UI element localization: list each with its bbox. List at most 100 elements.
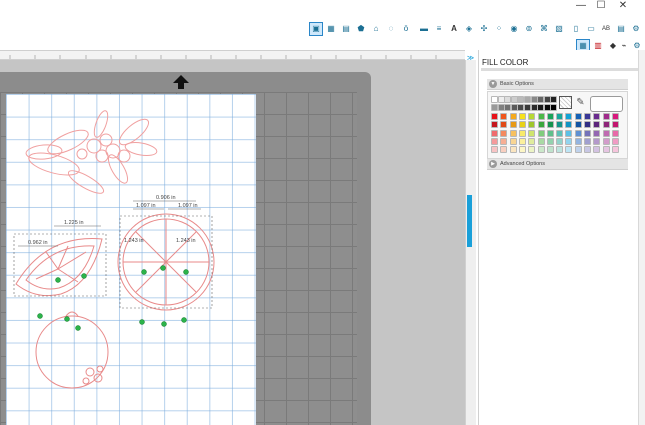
current-color-swatch[interactable] (590, 96, 623, 112)
color-swatch[interactable] (602, 129, 610, 137)
color-swatch[interactable] (574, 121, 582, 129)
color-swatch[interactable] (593, 146, 601, 154)
text-icon[interactable]: A (447, 22, 461, 36)
minimize-button[interactable]: — (572, 0, 590, 14)
color-swatch[interactable] (528, 121, 536, 129)
settings-icon[interactable]: ⚙ (629, 22, 643, 36)
color-swatch[interactable] (528, 137, 536, 145)
color-swatch[interactable] (602, 137, 610, 145)
home-icon[interactable]: ⌂ (369, 22, 383, 36)
color-swatch[interactable] (491, 121, 498, 129)
color-swatch[interactable] (574, 113, 582, 120)
color-swatch[interactable] (537, 137, 545, 145)
color-swatch[interactable] (491, 96, 498, 103)
library-icon[interactable]: ▯ (569, 22, 583, 36)
color-swatch[interactable] (556, 121, 564, 129)
design-page-icon[interactable]: ▣ (309, 22, 323, 36)
design-artwork[interactable]: 0.906 in 1.097 in 1.097 in 1.225 in 0.96… (6, 94, 256, 425)
color-swatch[interactable] (556, 113, 564, 120)
color-swatch[interactable] (537, 129, 545, 137)
color-swatch[interactable] (602, 113, 610, 120)
color-swatch[interactable] (528, 146, 536, 154)
close-button[interactable]: ✕ (614, 0, 632, 14)
color-swatch[interactable] (509, 137, 517, 145)
color-swatch[interactable] (518, 146, 526, 154)
color-swatch[interactable] (491, 129, 498, 137)
color-swatch[interactable] (537, 113, 545, 120)
color-swatch[interactable] (528, 113, 536, 120)
shapes-icon[interactable]: ◌ (384, 22, 398, 36)
send-icon[interactable]: ▤ (614, 22, 628, 36)
color-swatch[interactable] (574, 146, 582, 154)
color-swatch[interactable] (528, 129, 536, 137)
color-swatch[interactable] (584, 113, 591, 120)
color-swatch[interactable] (565, 121, 573, 129)
color-swatch[interactable] (550, 96, 558, 103)
grid-icon[interactable]: ▦ (324, 22, 338, 36)
color-swatch[interactable] (546, 146, 554, 154)
color-swatch[interactable] (593, 121, 601, 129)
offset-icon[interactable]: ⊚ (522, 22, 536, 36)
color-swatch[interactable] (574, 137, 582, 145)
line-style-icon[interactable]: ≡ (432, 22, 446, 36)
transform-icon[interactable]: ◈ (462, 22, 476, 36)
color-swatch[interactable] (584, 146, 591, 154)
color-swatch[interactable] (611, 146, 619, 154)
color-swatch[interactable] (602, 121, 610, 129)
color-swatch[interactable] (509, 129, 517, 137)
color-swatch[interactable] (524, 96, 531, 103)
color-swatch[interactable] (611, 121, 619, 129)
image-icon[interactable]: ▧ (552, 22, 566, 36)
color-swatch[interactable] (518, 121, 526, 129)
color-swatch[interactable] (500, 129, 508, 137)
color-swatch[interactable] (556, 146, 564, 154)
text-style-icon[interactable]: AB (599, 22, 613, 36)
color-swatch[interactable] (550, 104, 558, 111)
align-icon[interactable]: ✣ (477, 22, 491, 36)
color-swatch[interactable] (491, 113, 498, 120)
color-swatch[interactable] (546, 129, 554, 137)
color-swatch[interactable] (556, 129, 564, 137)
basic-options-header[interactable]: ▼ Basic Options (487, 79, 628, 90)
panel-expand-icon[interactable]: ≫ (466, 54, 475, 64)
color-swatch[interactable] (491, 137, 498, 145)
vertical-scrollbar-thumb[interactable] (467, 195, 472, 247)
color-swatch[interactable] (565, 129, 573, 137)
color-swatch[interactable] (518, 113, 526, 120)
color-swatch[interactable] (509, 113, 517, 120)
color-swatch[interactable] (593, 113, 601, 120)
ruler-icon[interactable]: ▤ (339, 22, 353, 36)
color-swatch[interactable] (518, 129, 526, 137)
color-swatch[interactable] (491, 146, 498, 154)
color-swatch[interactable] (524, 104, 531, 111)
color-swatch[interactable] (509, 121, 517, 129)
color-swatch[interactable] (509, 146, 517, 154)
pentagon-icon[interactable]: ⬟ (354, 22, 368, 36)
maximize-button[interactable]: ☐ (592, 0, 610, 14)
weld-icon[interactable]: ◉ (507, 22, 521, 36)
color-swatch[interactable] (537, 121, 545, 129)
color-swatch[interactable] (491, 104, 498, 111)
trace-icon[interactable]: ⌘ (537, 22, 551, 36)
color-swatch[interactable] (565, 113, 573, 120)
color-swatch[interactable] (574, 129, 582, 137)
color-swatch[interactable] (546, 137, 554, 145)
color-swatch[interactable] (500, 146, 508, 154)
color-swatch[interactable] (602, 146, 610, 154)
advanced-options-header[interactable]: ▶ Advanced Options (487, 159, 628, 170)
fill-pattern-icon[interactable]: ▬ (417, 22, 431, 36)
eyedropper-icon[interactable]: ✎ (574, 96, 587, 109)
color-swatch[interactable] (546, 121, 554, 129)
color-swatch[interactable] (500, 121, 508, 129)
color-swatch[interactable] (584, 121, 591, 129)
color-swatch[interactable] (546, 113, 554, 120)
color-swatch[interactable] (584, 129, 591, 137)
color-swatch[interactable] (518, 137, 526, 145)
color-swatch[interactable] (593, 137, 601, 145)
replicate-icon[interactable]: ⁘ (492, 22, 506, 36)
color-swatch[interactable] (500, 113, 508, 120)
color-swatch[interactable] (611, 137, 619, 145)
color-swatch[interactable] (584, 137, 591, 145)
color-swatch[interactable] (556, 137, 564, 145)
page-icon[interactable]: ▭ (584, 22, 598, 36)
